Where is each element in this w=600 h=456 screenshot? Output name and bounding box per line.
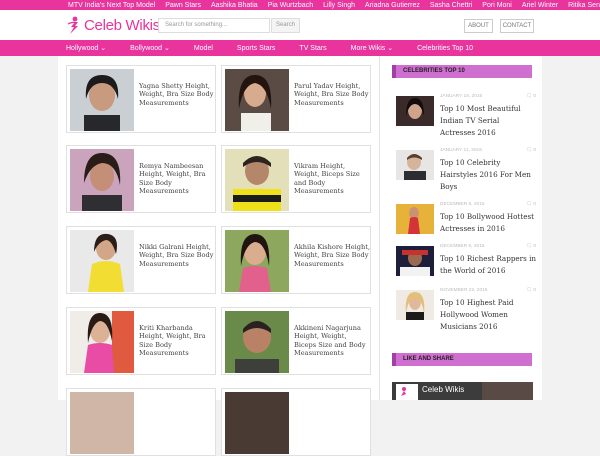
article-thumbnail[interactable] — [225, 311, 289, 373]
comment-count[interactable]: 🗨 0 — [526, 202, 536, 207]
article-title[interactable]: Nikki Galrani Height, Weight, Bra Size B… — [139, 243, 215, 268]
like-and-share-heading: LIKE AND SHARE — [392, 353, 532, 366]
trending-link[interactable]: Pawn Stars — [165, 2, 201, 9]
sidebar-post-thumbnail[interactable] — [396, 246, 434, 276]
sidebar-post-thumbnail[interactable] — [396, 204, 434, 234]
logo-figure-icon — [67, 16, 78, 34]
sidebar-post-title[interactable]: Top 10 Most Beautiful Indian TV Serial A… — [440, 103, 536, 139]
about-button[interactable]: ABOUT — [464, 19, 493, 33]
trending-link[interactable]: Aashika Bhatia — [211, 2, 258, 9]
facebook-page-widget[interactable]: Celeb Wikis — [392, 382, 533, 400]
article-thumbnail[interactable] — [70, 69, 134, 131]
sidebar: CELEBRITIES TOP 10 JANUARY 18, 2016 🗨 0 … — [380, 56, 542, 400]
article-title[interactable]: Kriti Kharbanda Height, Weight, Bra Size… — [139, 324, 215, 357]
sidebar-post[interactable]: DECEMBER 8, 2015 🗨 0 Top 10 Bollywood Ho… — [396, 202, 536, 248]
trending-link[interactable]: Ariel Winter — [522, 2, 558, 9]
article-title[interactable]: Yagna Shetty Height, Weight, Bra Size Bo… — [139, 82, 215, 107]
sidebar-post-thumbnail[interactable] — [396, 96, 434, 126]
comment-count[interactable]: 🗨 0 — [526, 94, 536, 99]
article-card[interactable]: Kriti Kharbanda Height, Weight, Bra Size… — [66, 307, 216, 375]
sidebar-post-date: NOVEMBER 22, 2015 — [440, 288, 488, 293]
logo-text: Celeb Wikis — [84, 16, 160, 34]
article-thumbnail[interactable] — [70, 311, 134, 373]
celebrities-top10-heading: CELEBRITIES TOP 10 — [392, 65, 532, 78]
trending-link[interactable]: MTV India's Next Top Model — [68, 2, 155, 9]
sidebar-post[interactable]: NOVEMBER 22, 2015 🗨 0 Top 10 Highest Pai… — [396, 288, 536, 334]
nav-item-model[interactable]: Model — [194, 45, 213, 52]
sidebar-post-date: DECEMBER 8, 2015 — [440, 202, 485, 207]
sidebar-post-title[interactable]: Top 10 Richest Rappers in the World of 2… — [440, 253, 536, 277]
sidebar-post[interactable]: DECEMBER 6, 2015 🗨 0 Top 10 Richest Rapp… — [396, 244, 536, 290]
sidebar-post-thumbnail[interactable] — [396, 150, 434, 180]
article-card[interactable]: Parul Yadav Height, Weight, Bra Size Bod… — [221, 65, 371, 133]
article-thumbnail[interactable] — [70, 149, 134, 211]
article-card[interactable]: Yagna Shetty Height, Weight, Bra Size Bo… — [66, 65, 216, 133]
article-thumbnail[interactable] — [70, 230, 134, 292]
nav-item-celebrities-top-10[interactable]: Celebrities Top 10 — [417, 45, 473, 52]
comment-count[interactable]: 🗨 0 — [526, 244, 536, 249]
sidebar-post-date: JANUARY 11, 2016 — [440, 148, 482, 153]
sidebar-post-date: JANUARY 18, 2016 — [440, 94, 483, 99]
sidebar-post-title[interactable]: Top 10 Bollywood Hottest Actresses in 20… — [440, 211, 536, 235]
article-card[interactable]: Nikki Galrani Height, Weight, Bra Size B… — [66, 226, 216, 294]
article-card[interactable]: Vikram Height, Weight, Biceps Size and B… — [221, 145, 371, 213]
sidebar-post-title[interactable]: Top 10 Celebrity Hairstyles 2016 For Men… — [440, 157, 536, 193]
trending-link[interactable]: Sasha Chettri — [430, 2, 472, 9]
search-input[interactable]: Search for something... — [158, 18, 270, 33]
article-thumbnail[interactable] — [225, 230, 289, 292]
article-title[interactable]: Akhila Kishore Height, Weight, Bra Size … — [294, 243, 370, 268]
article-thumbnail[interactable] — [225, 69, 289, 131]
nav-item-more-wikis[interactable]: More Wikis ⌄ — [351, 44, 393, 52]
trending-link[interactable]: Pori Moni — [482, 2, 512, 9]
sidebar-post-thumbnail[interactable] — [396, 290, 434, 320]
trending-link[interactable]: Pia Wurtzbach — [268, 2, 313, 9]
contact-button[interactable]: CONTACT — [500, 19, 534, 33]
article-card[interactable]: Akkineni Nagarjuna Height, Weight, Bicep… — [221, 307, 371, 375]
article-title[interactable]: Parul Yadav Height, Weight, Bra Size Bod… — [294, 82, 370, 107]
nav-item-bollywood[interactable]: Bollywood ⌄ — [130, 44, 170, 52]
article-card[interactable] — [66, 388, 216, 456]
trending-link[interactable]: Lilly Singh — [323, 2, 355, 9]
article-card[interactable] — [221, 388, 371, 456]
article-title[interactable]: Remya Nambeesan Height, Weight, Bra Size… — [139, 162, 215, 195]
article-thumbnail[interactable] — [70, 392, 134, 454]
comment-count[interactable]: 🗨 0 — [526, 148, 536, 153]
sidebar-post-date: DECEMBER 6, 2015 — [440, 244, 485, 249]
sidebar-post-title[interactable]: Top 10 Highest Paid Hollywood Women Musi… — [440, 297, 536, 333]
article-thumbnail[interactable] — [225, 149, 289, 211]
article-grid: Yagna Shetty Height, Weight, Bra Size Bo… — [58, 56, 380, 456]
sidebar-post[interactable]: JANUARY 11, 2016 🗨 0 Top 10 Celebrity Ha… — [396, 148, 536, 194]
nav-item-tv-stars[interactable]: TV Stars — [299, 45, 326, 52]
nav-item-hollywood[interactable]: Hollywood ⌄ — [66, 44, 106, 52]
site-header: Celeb Wikis Search for something... Sear… — [0, 10, 600, 40]
trending-link[interactable]: Ariadna Gutierrez — [365, 2, 420, 9]
nav-item-sports-stars[interactable]: Sports Stars — [237, 45, 276, 52]
article-card[interactable]: Remya Nambeesan Height, Weight, Bra Size… — [66, 145, 216, 213]
article-title[interactable]: Vikram Height, Weight, Biceps Size and B… — [294, 162, 370, 195]
article-thumbnail[interactable] — [225, 392, 289, 454]
article-title[interactable]: Akkineni Nagarjuna Height, Weight, Bicep… — [294, 324, 370, 357]
trending-link[interactable]: Ritika Sen — [568, 2, 600, 9]
search-button[interactable]: Search — [271, 18, 300, 33]
main-nav: Hollywood ⌄ Bollywood ⌄ Model Sports Sta… — [0, 40, 600, 56]
sidebar-post[interactable]: JANUARY 18, 2016 🗨 0 Top 10 Most Beautif… — [396, 94, 536, 140]
site-logo[interactable]: Celeb Wikis — [66, 16, 160, 34]
comment-count[interactable]: 🗨 0 — [526, 288, 536, 293]
article-card[interactable]: Akhila Kishore Height, Weight, Bra Size … — [221, 226, 371, 294]
top-trending-bar: MTV India's Next Top Model Pawn Stars Aa… — [0, 0, 600, 10]
facebook-page-name[interactable]: Celeb Wikis — [422, 385, 464, 394]
